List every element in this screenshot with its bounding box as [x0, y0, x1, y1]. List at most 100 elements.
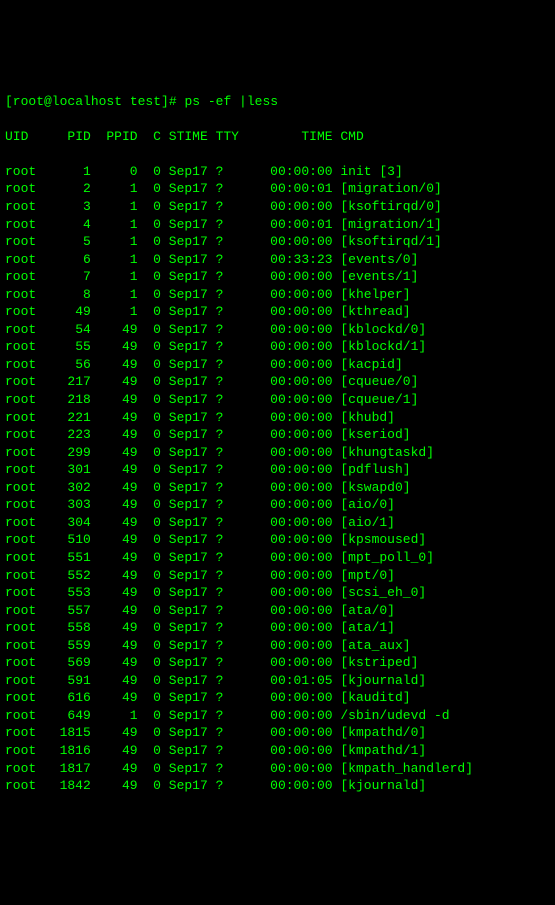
cell-uid: root	[5, 777, 44, 795]
cell-c: 0	[138, 637, 161, 655]
cell-cmd: [kswapd0]	[333, 479, 411, 497]
cell-ppid: 49	[91, 356, 138, 374]
header-tty: TTY	[208, 128, 239, 146]
cell-cmd: [kseriod]	[333, 426, 411, 444]
cell-ppid: 49	[91, 549, 138, 567]
process-row: root553490Sep17?00:00:00[scsi_eh_0]	[5, 584, 555, 602]
process-row: root303490Sep17?00:00:00[aio/0]	[5, 496, 555, 514]
cell-c: 0	[138, 567, 161, 585]
cell-tty: ?	[208, 321, 239, 339]
cell-time: 00:00:00	[239, 391, 333, 409]
cell-pid: 558	[44, 619, 91, 637]
cell-pid: 1815	[44, 724, 91, 742]
cell-stime: Sep17	[161, 180, 208, 198]
cell-pid: 218	[44, 391, 91, 409]
cell-uid: root	[5, 356, 44, 374]
cell-ppid: 1	[91, 198, 138, 216]
cell-stime: Sep17	[161, 391, 208, 409]
cell-c: 0	[138, 584, 161, 602]
cell-stime: Sep17	[161, 531, 208, 549]
cell-c: 0	[138, 654, 161, 672]
cell-time: 00:00:00	[239, 303, 333, 321]
cell-cmd: [ata/1]	[333, 619, 395, 637]
cell-uid: root	[5, 391, 44, 409]
cell-stime: Sep17	[161, 584, 208, 602]
cell-cmd: [kstriped]	[333, 654, 419, 672]
cell-c: 0	[138, 338, 161, 356]
cell-cmd: [kblockd/0]	[333, 321, 427, 339]
cell-cmd: [migration/1]	[333, 216, 442, 234]
process-row: root54490Sep17?00:00:00[kblockd/0]	[5, 321, 555, 339]
cell-stime: Sep17	[161, 251, 208, 269]
cell-cmd: init [3]	[333, 163, 403, 181]
cell-ppid: 49	[91, 654, 138, 672]
cell-stime: Sep17	[161, 373, 208, 391]
process-row: root1842490Sep17?00:00:00[kjournald]	[5, 777, 555, 795]
cell-tty: ?	[208, 602, 239, 620]
cell-cmd: [kmpathd/0]	[333, 724, 427, 742]
cell-stime: Sep17	[161, 268, 208, 286]
process-row: root510Sep17?00:00:00[ksoftirqd/1]	[5, 233, 555, 251]
cell-pid: 1842	[44, 777, 91, 795]
cell-time: 00:00:00	[239, 531, 333, 549]
cell-uid: root	[5, 286, 44, 304]
cell-ppid: 1	[91, 268, 138, 286]
cell-stime: Sep17	[161, 724, 208, 742]
cell-stime: Sep17	[161, 777, 208, 795]
cell-c: 0	[138, 356, 161, 374]
cell-stime: Sep17	[161, 444, 208, 462]
cell-cmd: [events/1]	[333, 268, 419, 286]
cell-stime: Sep17	[161, 637, 208, 655]
process-row: root557490Sep17?00:00:00[ata/0]	[5, 602, 555, 620]
cell-time: 00:00:00	[239, 338, 333, 356]
process-row: root4910Sep17?00:00:00[kthread]	[5, 303, 555, 321]
cell-stime: Sep17	[161, 461, 208, 479]
cell-pid: 591	[44, 672, 91, 690]
cell-time: 00:33:23	[239, 251, 333, 269]
cell-tty: ?	[208, 180, 239, 198]
cell-uid: root	[5, 268, 44, 286]
cell-ppid: 49	[91, 584, 138, 602]
cell-tty: ?	[208, 514, 239, 532]
cell-cmd: [mpt_poll_0]	[333, 549, 434, 567]
cell-c: 0	[138, 426, 161, 444]
cell-time: 00:00:00	[239, 777, 333, 795]
header-c: C	[138, 128, 161, 146]
cell-ppid: 1	[91, 707, 138, 725]
process-row: root304490Sep17?00:00:00[aio/1]	[5, 514, 555, 532]
cell-tty: ?	[208, 461, 239, 479]
cell-ppid: 49	[91, 338, 138, 356]
cell-cmd: [kmpathd/1]	[333, 742, 427, 760]
cell-tty: ?	[208, 251, 239, 269]
cell-tty: ?	[208, 496, 239, 514]
cell-uid: root	[5, 426, 44, 444]
cell-cmd: [aio/1]	[333, 514, 395, 532]
cell-c: 0	[138, 251, 161, 269]
cell-time: 00:00:00	[239, 707, 333, 725]
cell-tty: ?	[208, 724, 239, 742]
cell-cmd: [mpt/0]	[333, 567, 395, 585]
process-row: root56490Sep17?00:00:00[kacpid]	[5, 356, 555, 374]
cell-ppid: 49	[91, 742, 138, 760]
cell-pid: 299	[44, 444, 91, 462]
prompt-line: [root@localhost test]# ps -ef |less	[5, 93, 555, 111]
cell-time: 00:01:05	[239, 672, 333, 690]
cell-ppid: 49	[91, 689, 138, 707]
cell-uid: root	[5, 409, 44, 427]
cell-stime: Sep17	[161, 654, 208, 672]
cell-tty: ?	[208, 338, 239, 356]
cell-tty: ?	[208, 637, 239, 655]
cell-pid: 8	[44, 286, 91, 304]
process-row: root810Sep17?00:00:00[khelper]	[5, 286, 555, 304]
cell-pid: 551	[44, 549, 91, 567]
cell-stime: Sep17	[161, 163, 208, 181]
cell-pid: 1	[44, 163, 91, 181]
cell-time: 00:00:00	[239, 619, 333, 637]
cell-time: 00:00:00	[239, 689, 333, 707]
prompt-user-host: [root@localhost test]#	[5, 94, 177, 109]
cell-stime: Sep17	[161, 356, 208, 374]
process-row: root552490Sep17?00:00:00[mpt/0]	[5, 567, 555, 585]
cell-c: 0	[138, 531, 161, 549]
cell-c: 0	[138, 461, 161, 479]
cell-ppid: 49	[91, 321, 138, 339]
